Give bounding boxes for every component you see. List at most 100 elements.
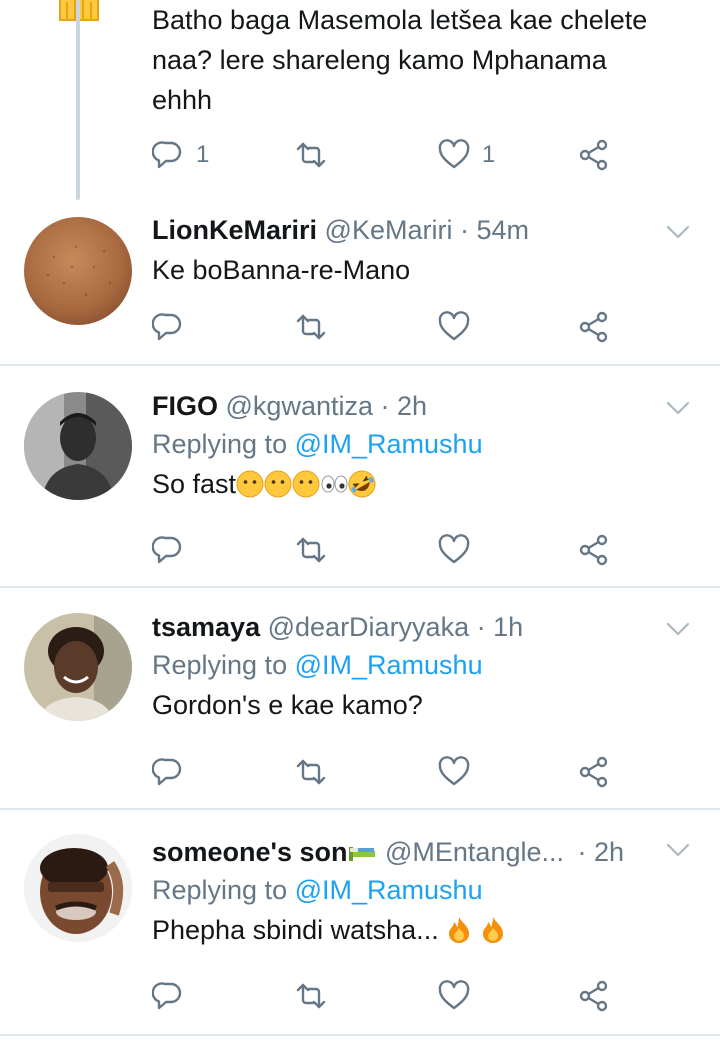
like-button[interactable]	[438, 976, 470, 1016]
tweet-actions	[152, 752, 632, 792]
reply-icon	[152, 982, 182, 1010]
chevron-down-icon[interactable]	[666, 396, 690, 420]
tweet-actions: 1 1	[152, 135, 632, 175]
tweet-divider	[0, 364, 720, 366]
tweet-text: Ke boBanna-re-Mano	[152, 255, 411, 285]
retweet-button[interactable]	[294, 530, 328, 570]
separator-dot: ·	[380, 391, 390, 421]
reply-icon	[152, 313, 182, 341]
replying-to: Replying to @IM_Ramushu	[152, 424, 696, 464]
neutral-face-emoji	[264, 470, 292, 498]
reply-button[interactable]	[152, 752, 184, 792]
tweet-text-body: Phepha sbindi watsha...	[152, 915, 439, 945]
mention-link[interactable]: @IM_Ramushu	[295, 429, 483, 459]
like-count: 1	[482, 141, 496, 168]
tweet-header: someone's son @MEntangle... · 2h	[152, 834, 696, 870]
tweet-time[interactable]: 2h	[397, 391, 427, 421]
tweet-time[interactable]: 2h	[594, 837, 624, 867]
share-button[interactable]	[578, 752, 610, 792]
retweet-button[interactable]	[294, 135, 328, 175]
bed-emoji	[349, 847, 376, 861]
mention-link[interactable]: @IM_Ramushu	[295, 875, 483, 905]
chevron-down-icon[interactable]	[666, 220, 690, 244]
share-button[interactable]	[578, 530, 610, 570]
separator-dot: ·	[459, 215, 469, 245]
display-name[interactable]: LionKeMariri	[152, 215, 317, 245]
tweet-text-body: So fast	[152, 469, 237, 499]
tweet-text: So fast	[152, 464, 696, 504]
tweet-time[interactable]: 1h	[493, 612, 523, 642]
retweet-button[interactable]	[294, 752, 328, 792]
display-name[interactable]: someone's son	[152, 837, 347, 867]
share-button[interactable]	[578, 307, 610, 347]
tweet-text: Gordon's e kae kamo?	[152, 690, 423, 720]
like-button[interactable]	[438, 307, 470, 347]
tweet-actions	[152, 307, 632, 347]
eyes-emoji	[321, 475, 348, 493]
share-icon	[579, 980, 608, 1012]
replying-to-label: Replying to	[152, 875, 288, 905]
tweet-time[interactable]: 54m	[477, 215, 530, 245]
avatar[interactable]	[24, 834, 132, 942]
tweet-header: tsamaya @dearDiaryyaka · 1h	[152, 609, 696, 645]
share-icon	[579, 311, 608, 343]
reply-button[interactable]: 1	[152, 135, 209, 175]
heart-icon	[438, 756, 470, 786]
tweet-actions	[152, 976, 632, 1016]
chevron-down-icon[interactable]	[666, 617, 690, 641]
mention-link[interactable]: @IM_Ramushu	[295, 650, 483, 680]
display-name[interactable]: FIGO	[152, 391, 218, 421]
heart-icon	[438, 534, 470, 564]
tweet-text: Phepha sbindi watsha...	[152, 910, 696, 950]
retweet-button[interactable]	[294, 976, 328, 1016]
share-button[interactable]	[578, 135, 610, 175]
neutral-face-emoji	[236, 470, 264, 498]
user-handle[interactable]: @dearDiaryyaka	[268, 612, 470, 642]
separator-dot: ·	[577, 837, 587, 867]
heart-icon	[438, 139, 470, 169]
tweet-header: LionKeMariri @KeMariri · 54m	[152, 212, 696, 248]
chevron-down-icon[interactable]	[666, 838, 690, 862]
avatar[interactable]	[24, 613, 132, 721]
retweet-button[interactable]	[294, 307, 328, 347]
replying-to-label: Replying to	[152, 650, 288, 680]
share-icon	[579, 534, 608, 566]
tweet-text: Batho baga Masemola letšea kae chelete n…	[152, 5, 648, 115]
share-icon	[579, 756, 608, 788]
retweet-icon	[296, 537, 326, 563]
like-button[interactable]	[438, 752, 470, 792]
tweet-divider	[0, 1034, 720, 1036]
like-button[interactable]: 1	[438, 135, 495, 175]
retweet-icon	[296, 314, 326, 340]
heart-icon	[438, 980, 470, 1010]
reply-button[interactable]	[152, 530, 184, 570]
reply-icon	[152, 141, 182, 169]
separator-dot: ·	[476, 612, 486, 642]
avatar[interactable]	[24, 392, 132, 500]
like-button[interactable]	[438, 530, 470, 570]
share-icon	[579, 139, 608, 171]
heart-icon	[438, 311, 470, 341]
replying-to-label: Replying to	[152, 429, 288, 459]
retweet-icon	[296, 142, 326, 168]
reply-icon	[152, 536, 182, 564]
reply-count: 1	[196, 141, 210, 168]
replying-to: Replying to @IM_Ramushu	[152, 870, 696, 910]
display-name[interactable]: tsamaya	[152, 612, 260, 642]
reply-button[interactable]	[152, 976, 184, 1016]
reply-icon	[152, 758, 182, 786]
retweet-icon	[296, 983, 326, 1009]
tweet-divider	[0, 586, 720, 588]
user-handle[interactable]: @kgwantiza	[226, 391, 373, 421]
tweet-header: FIGO @kgwantiza · 2h	[152, 388, 696, 424]
user-handle[interactable]: @KeMariri	[325, 215, 453, 245]
fire-emoji	[482, 917, 503, 943]
tweet-divider	[0, 808, 720, 810]
user-handle[interactable]: @MEntangle...	[385, 837, 564, 867]
fire-emoji	[449, 917, 470, 943]
rolling-laughing-emoji	[348, 470, 377, 498]
share-button[interactable]	[578, 976, 610, 1016]
thread-connector-line	[76, 0, 80, 200]
reply-button[interactable]	[152, 307, 184, 347]
avatar[interactable]	[24, 217, 132, 325]
